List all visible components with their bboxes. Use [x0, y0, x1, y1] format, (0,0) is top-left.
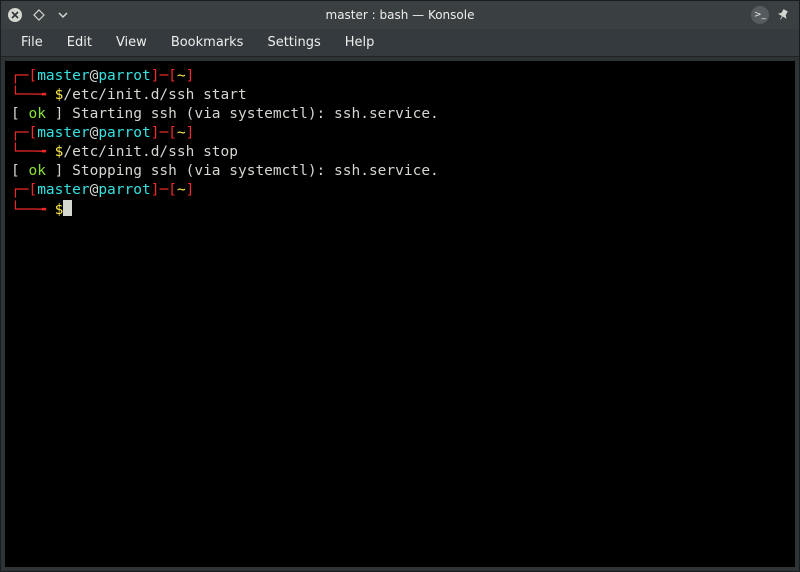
output-text: ] Stopping ssh (via systemctl): ssh.serv…: [46, 163, 439, 179]
prompt-bracket: ┌─[: [11, 182, 37, 198]
prompt-dir: ~: [177, 182, 186, 198]
output-text: [: [11, 163, 28, 179]
menu-help[interactable]: Help: [335, 31, 385, 54]
prompt-host: parrot: [98, 68, 150, 84]
command-text: /etc/init.d/ssh start: [63, 87, 246, 103]
menu-file[interactable]: File: [11, 31, 53, 54]
prompt-bracket: ┌─[: [11, 68, 37, 84]
chevron-down-icon: [57, 9, 69, 21]
prompt-bracket: ┌─[: [11, 125, 37, 141]
prompt-bracket: ]: [186, 125, 195, 141]
diamond-icon: [33, 9, 45, 21]
menu-view[interactable]: View: [106, 31, 157, 54]
prompt-dollar: $: [55, 202, 64, 218]
prompt-arrow: └──╼: [11, 202, 55, 218]
status-ok: ok: [28, 106, 45, 122]
prompt-dir: ~: [177, 125, 186, 141]
window-title: master : bash — Konsole: [1, 8, 799, 22]
menu-bookmarks[interactable]: Bookmarks: [161, 31, 254, 54]
pin-icon: [777, 9, 789, 21]
prompt-user: master: [37, 182, 89, 198]
minimize-button[interactable]: [55, 7, 71, 23]
prompt-bracket: ]─[: [151, 68, 177, 84]
status-ok: ok: [28, 163, 45, 179]
pin-button[interactable]: [775, 7, 791, 23]
prompt-arrow: └──╼: [11, 144, 55, 160]
cursor: [63, 200, 72, 216]
prompt-bracket: ]: [186, 182, 195, 198]
menu-edit[interactable]: Edit: [57, 31, 102, 54]
terminal[interactable]: ┌─[master@parrot]─[~] └──╼ $/etc/init.d/…: [5, 61, 795, 567]
prompt-dir: ~: [177, 68, 186, 84]
prompt-host: parrot: [98, 182, 150, 198]
prompt-arrow: └──╼: [11, 87, 55, 103]
menu-settings[interactable]: Settings: [257, 31, 330, 54]
maximize-button[interactable]: [31, 7, 47, 23]
command-text: /etc/init.d/ssh stop: [63, 144, 238, 160]
prompt-host: parrot: [98, 125, 150, 141]
window-titlebar: master : bash — Konsole >_: [1, 1, 799, 29]
prompt-user: master: [37, 125, 89, 141]
app-icon: >_: [751, 6, 769, 24]
close-button[interactable]: [7, 7, 23, 23]
prompt-bracket: ]─[: [151, 182, 177, 198]
close-icon: [8, 8, 22, 22]
output-text: [: [11, 106, 28, 122]
prompt-user: master: [37, 68, 89, 84]
output-text: ] Starting ssh (via systemctl): ssh.serv…: [46, 106, 439, 122]
menubar: File Edit View Bookmarks Settings Help: [1, 29, 799, 57]
prompt-bracket: ]: [186, 68, 195, 84]
prompt-bracket: ]─[: [151, 125, 177, 141]
